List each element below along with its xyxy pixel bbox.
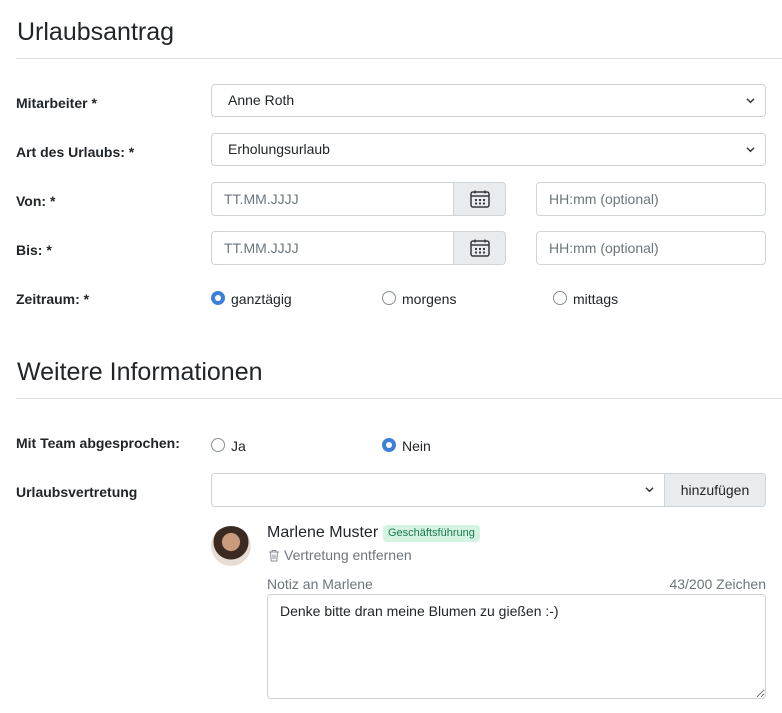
page-title: Urlaubsantrag (17, 18, 175, 46)
section-title: Weitere Informationen (17, 358, 263, 386)
remove-substitute-label: Vertretung entfernen (284, 547, 412, 563)
calendar-icon (469, 190, 490, 208)
chevron-down-icon (645, 487, 654, 493)
vacation-type-select[interactable]: Erholungsurlaub (211, 133, 766, 166)
divider (16, 398, 782, 399)
vacation-type-value: Erholungsurlaub (228, 141, 330, 157)
type-label: Art des Urlaubs: * (16, 144, 135, 160)
team-option-no: Nein (402, 438, 431, 454)
period-radio-noon[interactable] (553, 291, 567, 305)
period-option-morning: morgens (402, 291, 457, 307)
period-radio-morning[interactable] (382, 291, 396, 305)
chevron-down-icon (746, 98, 755, 104)
period-option-fullday: ganztägig (231, 291, 292, 307)
employee-label: Mitarbeiter * (16, 95, 97, 111)
employee-value: Anne Roth (228, 92, 295, 108)
period-radio-fullday[interactable] (211, 291, 225, 305)
to-time-input[interactable]: HH:mm (optional) (536, 231, 766, 265)
substitute-name: Marlene Muster (267, 524, 379, 541)
team-radio-no[interactable] (382, 438, 396, 452)
chevron-down-icon (746, 147, 755, 153)
to-label: Bis: * (16, 242, 52, 258)
add-substitute-button[interactable]: hinzufügen (664, 473, 766, 507)
team-radio-yes[interactable] (211, 438, 225, 452)
from-date-input[interactable]: TT.MM.JJJJ (211, 182, 454, 216)
trash-icon (269, 549, 279, 561)
employee-select[interactable]: Anne Roth (211, 84, 766, 117)
team-option-yes: Ja (231, 438, 246, 454)
to-calendar-button[interactable] (454, 231, 506, 265)
calendar-icon (469, 239, 490, 257)
from-time-input[interactable]: HH:mm (optional) (536, 182, 766, 216)
period-label: Zeitraum: * (16, 291, 90, 307)
period-option-noon: mittags (573, 291, 619, 307)
note-counter: 43/200 Zeichen (669, 576, 766, 592)
divider (16, 58, 782, 59)
avatar (211, 526, 251, 566)
team-label: Mit Team abgesprochen: (16, 435, 180, 451)
substitute-select[interactable] (211, 473, 665, 507)
from-calendar-button[interactable] (454, 182, 506, 216)
note-textarea[interactable]: Denke bitte dran meine Blumen zu gießen … (267, 594, 766, 699)
role-badge: Geschäftsführung (383, 525, 480, 542)
note-label: Notiz an Marlene (267, 576, 373, 592)
from-label: Von: * (16, 193, 56, 209)
substitute-label: Urlaubsvertretung (16, 484, 138, 500)
to-date-input[interactable]: TT.MM.JJJJ (211, 231, 454, 265)
remove-substitute-link[interactable]: Vertretung entfernen (268, 547, 412, 563)
